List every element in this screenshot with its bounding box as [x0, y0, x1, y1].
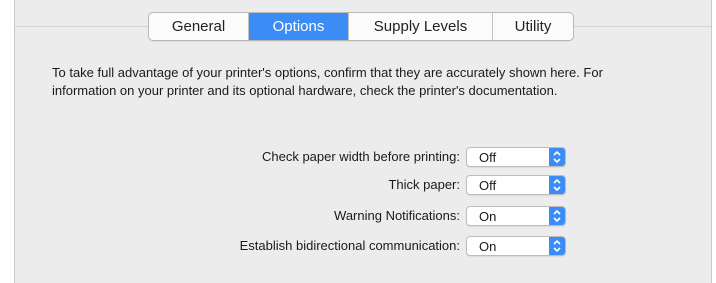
up-down-chevron-icon: [549, 237, 565, 255]
tab-supply-levels[interactable]: Supply Levels: [349, 13, 493, 40]
option-label: Thick paper:: [388, 177, 460, 192]
up-down-chevron-icon: [549, 148, 565, 166]
up-down-chevron-icon: [549, 176, 565, 194]
select-value: Off: [479, 178, 497, 193]
option-label: Check paper width before printing:: [261, 149, 460, 164]
thick-paper-select[interactable]: Off: [466, 175, 566, 195]
option-label: Establish bidirectional communication:: [239, 238, 460, 253]
check-paper-width-select[interactable]: Off: [466, 147, 566, 167]
select-value: On: [479, 209, 497, 224]
option-row-check-paper-width: Check paper width before printing: Off: [0, 147, 716, 167]
option-row-warning-notifications: Warning Notifications: On: [0, 206, 716, 226]
option-row-thick-paper: Thick paper: Off: [0, 175, 716, 195]
option-label: Warning Notifications:: [334, 208, 460, 223]
up-down-chevron-icon: [549, 207, 565, 225]
options-description: To take full advantage of your printer's…: [52, 65, 603, 98]
tab-utility[interactable]: Utility: [493, 13, 573, 40]
tab-bar: General Options Supply Levels Utility: [148, 12, 574, 41]
select-value: Off: [479, 150, 497, 165]
option-row-bidirectional-communication: Establish bidirectional communication: O…: [0, 236, 716, 256]
tab-general[interactable]: General: [149, 13, 249, 40]
select-value: On: [479, 239, 497, 254]
warning-notifications-select[interactable]: On: [466, 206, 566, 226]
tab-options[interactable]: Options: [249, 13, 349, 40]
bidirectional-communication-select[interactable]: On: [466, 236, 566, 256]
